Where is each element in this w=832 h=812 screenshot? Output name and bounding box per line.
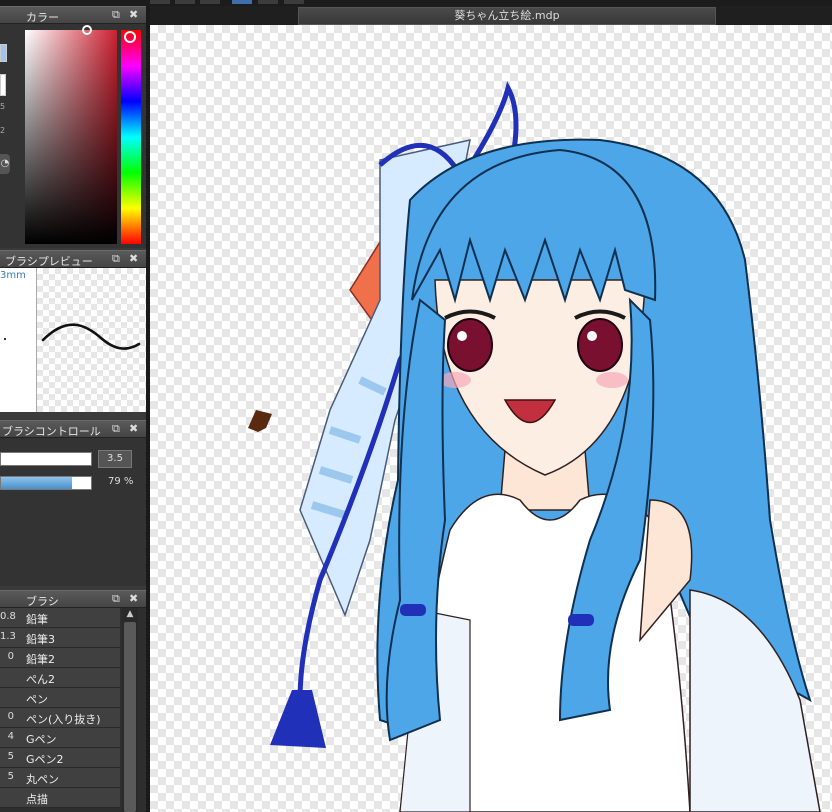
brush-list-item[interactable]: 0.8 鉛筆 xyxy=(0,608,120,628)
brush-list-scrollbar[interactable]: ▲ xyxy=(122,608,138,812)
undock-icon[interactable]: ⧉ xyxy=(112,592,120,606)
color-panel-title: カラー xyxy=(26,11,59,24)
brush-panel-title: ブラシ xyxy=(26,595,59,608)
brush-item-size: 4 xyxy=(7,731,14,742)
brush-control-titlebar[interactable]: ブラシコントロール ⧉ ✖ xyxy=(0,420,146,438)
undock-icon[interactable]: ⧉ xyxy=(112,8,120,22)
brush-list-item[interactable]: 1.3 鉛筆3 xyxy=(0,628,120,648)
brush-size-slider[interactable] xyxy=(0,452,92,466)
brush-list-item[interactable]: ぺん2 xyxy=(0,668,120,688)
color-value-text: 5 xyxy=(0,102,6,111)
brush-opacity-slider[interactable] xyxy=(0,476,92,490)
color-value-text: 2 xyxy=(0,126,6,135)
left-panel-dock: カラー ⧉ ✖ 5 2 ◔ ブラシプレビュー ⧉ ✖ 3mm ブラシコントロール… xyxy=(0,6,146,812)
toolbar-button[interactable] xyxy=(200,0,220,4)
left-eye xyxy=(447,318,493,372)
brush-item-size: 5 xyxy=(7,751,14,762)
brush-list-item[interactable]: ペン xyxy=(0,688,120,708)
brush-item-name: Gペン2 xyxy=(26,753,64,766)
hue-slider[interactable] xyxy=(121,30,141,244)
scroll-up-icon[interactable]: ▲ xyxy=(124,608,136,620)
toolbar-button[interactable] xyxy=(284,0,304,4)
brush-item-size: 5 xyxy=(7,771,14,782)
brush-opacity-value: 79 % xyxy=(108,476,134,487)
hue-cursor-icon[interactable] xyxy=(124,31,136,43)
brush-preview-titlebar[interactable]: ブラシプレビュー ⧉ ✖ xyxy=(0,250,146,268)
tassel xyxy=(270,690,326,748)
opacity-fill xyxy=(1,477,72,489)
brush-item-size: 0 xyxy=(7,651,14,662)
brush-item-name: ペン xyxy=(26,693,48,706)
character-illustration xyxy=(248,81,821,812)
toolbar-button[interactable] xyxy=(232,0,252,4)
paint-blob xyxy=(248,410,272,432)
undock-icon[interactable]: ⧉ xyxy=(112,252,120,266)
close-icon[interactable]: ✖ xyxy=(129,252,138,265)
brush-list-item[interactable]: 5 Gペン2 xyxy=(0,748,120,768)
hair-tie-left xyxy=(400,604,426,616)
saturation-value-picker[interactable] xyxy=(25,30,117,244)
close-icon[interactable]: ✖ xyxy=(129,422,138,435)
brush-item-size: 0 xyxy=(7,711,14,722)
brush-item-name: ペン(入り抜き) xyxy=(26,713,101,726)
close-icon[interactable]: ✖ xyxy=(129,592,138,605)
brush-item-name: 丸ペン xyxy=(26,773,59,786)
color-panel-body: 5 2 ◔ xyxy=(0,24,146,248)
brush-list-item[interactable]: 0 鉛筆2 xyxy=(0,648,120,668)
brush-control-title: ブラシコントロール xyxy=(2,425,101,438)
brush-preview-title: ブラシプレビュー xyxy=(5,255,93,268)
stroke-preview-icon xyxy=(41,323,141,350)
undock-icon[interactable]: ⧉ xyxy=(112,422,120,436)
brush-list-item[interactable]: 点描 xyxy=(0,788,120,808)
color-panel-titlebar[interactable]: カラー ⧉ ✖ xyxy=(0,6,146,24)
brush-item-size: 1.3 xyxy=(0,631,16,642)
stroke-preview-area xyxy=(37,268,146,412)
brush-item-name: 鉛筆3 xyxy=(26,633,55,646)
brush-preview-body: 3mm xyxy=(0,268,146,412)
brush-control-body: 3.5 79 % xyxy=(0,438,146,586)
brush-list-item[interactable]: 5 丸ペン xyxy=(0,768,120,788)
brush-list-item[interactable]: 0 ペン(入り抜き) xyxy=(0,708,120,728)
toolbar-button[interactable] xyxy=(258,0,278,4)
brush-list: 0.8 鉛筆 1.3 鉛筆3 0 鉛筆2 ぺん2 ペン 0 ペン(入り抜き) 4 Gペン 5 Gペン2 5 丸… xyxy=(0,608,146,812)
brush-item-name: 鉛筆2 xyxy=(26,653,55,666)
right-eye xyxy=(577,318,623,372)
brush-panel-titlebar[interactable]: ブラシ ⧉ ✖ xyxy=(0,590,146,608)
brush-item-name: 点描 xyxy=(26,793,48,806)
swap-color-icon[interactable]: ◔ xyxy=(0,154,10,174)
brush-size-label: 3mm xyxy=(0,270,26,281)
brush-dot-preview xyxy=(4,338,6,340)
close-icon[interactable]: ✖ xyxy=(129,8,138,21)
document-tab-bar: 葵ちゃん立ち絵.mdp xyxy=(150,6,832,25)
drawing-canvas[interactable] xyxy=(150,25,832,812)
brush-item-name: Gペン xyxy=(26,733,57,746)
picker-cursor-icon[interactable] xyxy=(82,25,92,35)
brush-item-name: 鉛筆 xyxy=(26,613,48,626)
brush-size-value[interactable]: 3.5 xyxy=(98,450,132,468)
brush-item-name: ぺん2 xyxy=(26,673,55,686)
toolbar-button[interactable] xyxy=(150,0,170,4)
hair-tie-right xyxy=(568,614,594,626)
brush-item-size: 0.8 xyxy=(0,611,16,622)
primary-color-swatch[interactable] xyxy=(0,44,7,62)
scrollbar-thumb[interactable] xyxy=(124,622,136,812)
document-tab[interactable]: 葵ちゃん立ち絵.mdp xyxy=(298,7,716,25)
brush-list-item[interactable]: 4 Gペン xyxy=(0,728,120,748)
toolbar-button[interactable] xyxy=(175,0,195,4)
secondary-color-swatch[interactable] xyxy=(0,74,6,96)
